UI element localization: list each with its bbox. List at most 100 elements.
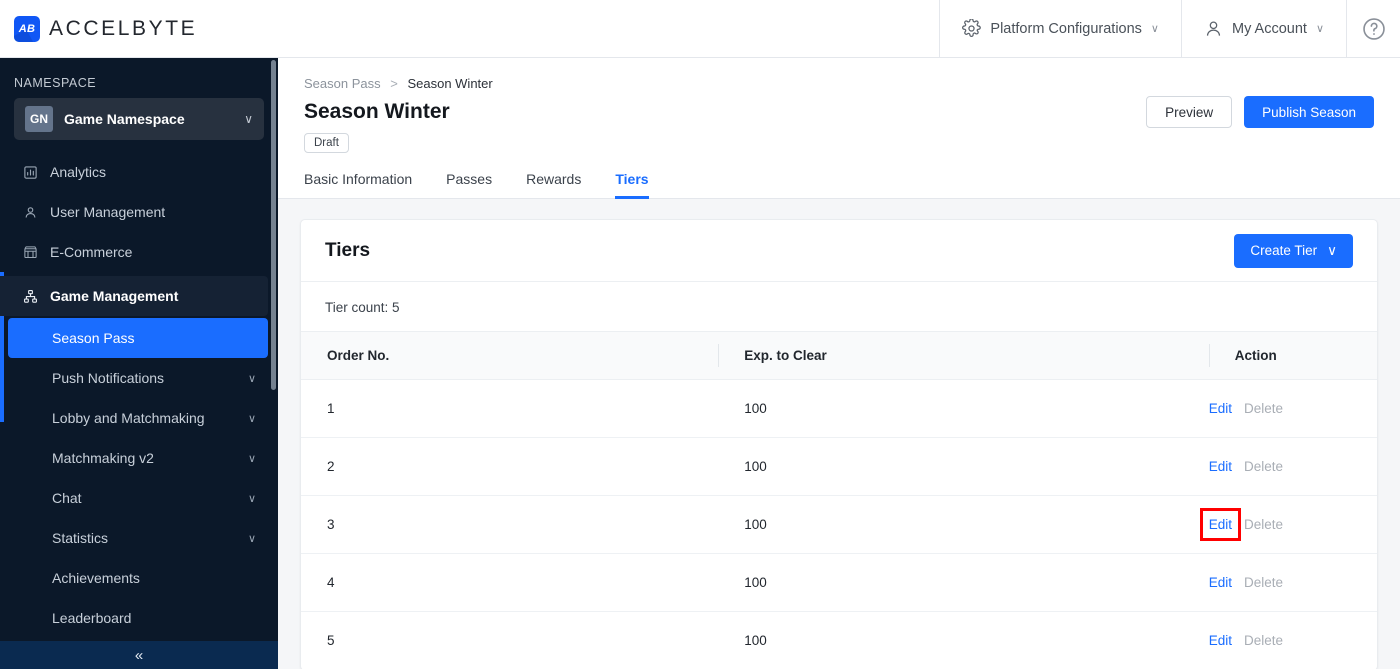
sidebar-item-matchmaking-v2[interactable]: Matchmaking v2 ∨: [0, 438, 278, 478]
sidebar: NAMESPACE GN Game Namespace ∨ Analytics: [0, 58, 278, 669]
chevron-down-icon: ∨: [247, 412, 256, 425]
sidebar-item-leaderboard[interactable]: Leaderboard: [0, 598, 278, 638]
sidebar-subitem-label: Statistics: [52, 530, 109, 546]
chevron-down-icon: ∨: [1327, 242, 1337, 258]
store-icon: [22, 245, 38, 260]
chevron-double-left-icon: «: [134, 646, 144, 664]
sidebar-subitem-label: Leaderboard: [52, 610, 132, 626]
chevron-down-icon: ∨: [1315, 23, 1324, 35]
table-row: 2 100 Edit Delete: [301, 437, 1377, 496]
sidebar-item-analytics[interactable]: Analytics: [0, 152, 278, 192]
delete-link[interactable]: Delete: [1244, 401, 1283, 416]
delete-link[interactable]: Delete: [1244, 517, 1283, 532]
column-header-action: Action: [1208, 331, 1377, 380]
column-header-exp-to-clear: Exp. to Clear: [718, 331, 1209, 380]
tier-count-label: Tier count: 5: [325, 300, 400, 315]
breadcrumb-root[interactable]: Season Pass: [304, 76, 381, 91]
tiers-card-title: Tiers: [325, 239, 371, 261]
page-tabs: Basic Information Passes Rewards Tiers: [278, 171, 1400, 199]
column-header-order-no: Order No.: [301, 331, 719, 380]
tiers-card-header: Tiers Create Tier ∨: [301, 220, 1377, 282]
my-account-menu[interactable]: My Account ∨: [1180, 0, 1346, 58]
help-circle-icon: [1361, 16, 1387, 42]
sitemap-icon: [22, 289, 38, 304]
row-actions: Edit Delete: [1209, 459, 1377, 474]
edit-link[interactable]: Edit: [1209, 575, 1232, 590]
chevron-down-icon: ∨: [247, 452, 256, 465]
sidebar-item-label: User Management: [50, 204, 166, 220]
edit-link[interactable]: Edit: [1209, 401, 1232, 416]
tab-rewards[interactable]: Rewards: [526, 171, 581, 199]
row-actions: Edit Delete: [1209, 401, 1377, 416]
table-row: 5 100 Edit Delete: [301, 611, 1377, 669]
user-icon: [22, 205, 38, 220]
brand-mark-text: AB: [18, 22, 36, 35]
app-root: AB ACCELBYTE Platform Configurations ∨ M…: [0, 0, 1400, 669]
sidebar-item-achievements[interactable]: Achievements: [0, 558, 278, 598]
sidebar-item-game-management[interactable]: Game Management: [0, 276, 268, 316]
namespace-name: Game Namespace: [64, 111, 185, 127]
delete-link[interactable]: Delete: [1244, 575, 1283, 590]
cell-order-no: 2: [301, 437, 719, 496]
tab-passes[interactable]: Passes: [446, 171, 492, 199]
sidebar-item-chat[interactable]: Chat ∨: [0, 478, 278, 518]
edit-link-highlighted[interactable]: Edit: [1199, 508, 1242, 541]
chevron-down-icon: ∨: [244, 112, 253, 126]
chevron-down-icon: ∨: [247, 372, 256, 385]
brand-logo[interactable]: AB ACCELBYTE: [0, 15, 198, 42]
table-row: 1 100 Edit Delete: [301, 379, 1377, 438]
row-actions: Edit Delete: [1199, 508, 1377, 541]
sidebar-item-statistics[interactable]: Statistics ∨: [0, 518, 278, 558]
edit-link[interactable]: Edit: [1209, 459, 1232, 474]
sidebar-item-push-notifications[interactable]: Push Notifications ∨: [0, 358, 278, 398]
accelbyte-logo-icon: AB: [14, 15, 40, 42]
cell-exp-to-clear: 100: [718, 379, 1209, 438]
cell-exp-to-clear: 100: [718, 437, 1209, 496]
sidebar-subitem-label: Chat: [52, 490, 82, 506]
chevron-down-icon: ∨: [247, 532, 256, 545]
row-actions: Edit Delete: [1209, 575, 1377, 590]
preview-button[interactable]: Preview: [1146, 96, 1233, 128]
row-actions: Edit Delete: [1209, 633, 1377, 648]
sidebar-item-user-management[interactable]: User Management: [0, 192, 278, 232]
table-row: 3 100 Edit Delete: [301, 495, 1377, 554]
sidebar-item-season-pass[interactable]: Season Pass: [8, 318, 268, 358]
breadcrumb-current: Season Winter: [407, 76, 493, 91]
sidebar-item-lobby-and-matchmaking[interactable]: Lobby and Matchmaking ∨: [0, 398, 278, 438]
user-icon: [1204, 19, 1223, 38]
sidebar-collapse-button[interactable]: «: [0, 641, 278, 669]
brand-name: ACCELBYTE: [49, 16, 198, 40]
sidebar-item-label: E-Commerce: [50, 244, 133, 260]
sidebar-subitem-label: Season Pass: [52, 330, 135, 346]
status-badge: Draft: [304, 133, 349, 153]
tab-tiers[interactable]: Tiers: [615, 171, 649, 199]
cell-exp-to-clear: 100: [718, 611, 1209, 669]
platform-configurations-menu[interactable]: Platform Configurations ∨: [939, 0, 1181, 58]
delete-link[interactable]: Delete: [1244, 633, 1283, 648]
chevron-down-icon: ∨: [1150, 23, 1159, 35]
sidebar-item-label: Game Management: [50, 288, 179, 304]
chevron-down-icon: ∨: [247, 492, 256, 505]
help-button[interactable]: [1346, 0, 1400, 58]
tiers-table-head: Order No. Exp. to Clear Action: [301, 331, 1377, 380]
top-bar: AB ACCELBYTE Platform Configurations ∨ M…: [0, 0, 1400, 58]
delete-link[interactable]: Delete: [1244, 459, 1283, 474]
bar-chart-icon: [22, 165, 38, 180]
create-tier-button[interactable]: Create Tier ∨: [1234, 233, 1353, 268]
top-bar-right: Platform Configurations ∨ My Account ∨: [939, 0, 1400, 58]
create-tier-label: Create Tier: [1250, 243, 1318, 258]
cell-order-no: 1: [301, 379, 719, 438]
namespace-selector[interactable]: GN Game Namespace ∨: [14, 98, 264, 140]
edit-link[interactable]: Edit: [1209, 633, 1232, 648]
namespace-badge: GN: [25, 106, 53, 132]
table-header-row: Order No. Exp. to Clear Action: [301, 331, 1377, 380]
breadcrumb: Season Pass > Season Winter: [304, 76, 1374, 91]
gear-icon: [962, 19, 982, 38]
sidebar-item-label: Analytics: [50, 164, 107, 180]
page-header-actions: Preview Publish Season: [1146, 96, 1374, 128]
namespace-label: NAMESPACE: [14, 76, 97, 90]
sidebar-item-e-commerce[interactable]: E-Commerce: [0, 232, 278, 272]
tiers-table-body: 1 100 Edit Delete 2 100 Edit Delete 3 10…: [301, 379, 1377, 669]
publish-season-button[interactable]: Publish Season: [1244, 96, 1374, 128]
tab-basic-information[interactable]: Basic Information: [304, 171, 412, 199]
